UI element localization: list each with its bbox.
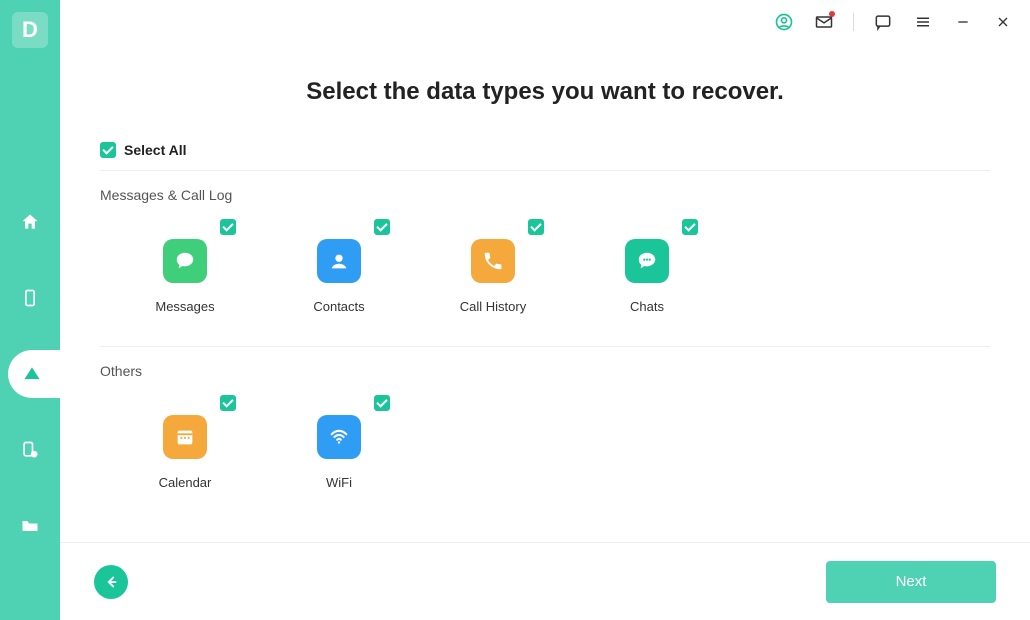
chat-dots-icon: [636, 250, 658, 272]
header-divider: [853, 13, 854, 31]
select-all-row: Select All: [100, 142, 990, 171]
tiles-messages-section: Messages Contacts Call History: [100, 211, 990, 338]
sidebar-item-home[interactable]: [0, 198, 60, 246]
section-label-messages: Messages & Call Log: [100, 187, 990, 203]
next-button[interactable]: Next: [826, 561, 996, 603]
window-header: [60, 0, 1030, 44]
tile-call-history-app-icon: [471, 239, 515, 283]
sidebar-item-folder[interactable]: [0, 502, 60, 550]
tile-wifi[interactable]: WiFi: [294, 395, 384, 490]
sidebar: D !: [0, 0, 60, 620]
minimize-button[interactable]: [952, 11, 974, 33]
sidebar-item-cloud[interactable]: [8, 350, 60, 398]
section-label-others: Others: [100, 363, 990, 379]
brand-logo: D: [12, 12, 48, 48]
cloud-icon: [22, 364, 42, 384]
wifi-icon: [328, 426, 350, 448]
tile-call-history-label: Call History: [460, 299, 526, 314]
home-icon: [20, 212, 40, 232]
tile-messages-label: Messages: [155, 299, 214, 314]
speech-bubble-icon: [174, 250, 196, 272]
tile-messages[interactable]: Messages: [140, 219, 230, 314]
notification-dot-icon: [829, 11, 835, 17]
tiles-others-section: Calendar WiFi: [100, 387, 990, 514]
sidebar-nav: !: [0, 198, 60, 550]
tile-messages-checkbox[interactable]: [220, 219, 236, 235]
section-divider: [100, 346, 990, 347]
arrow-left-icon: [102, 573, 120, 591]
tile-contacts-label: Contacts: [313, 299, 364, 314]
close-button[interactable]: [992, 11, 1014, 33]
tile-calendar[interactable]: Calendar: [140, 395, 230, 490]
tile-contacts[interactable]: Contacts: [294, 219, 384, 314]
svg-text:!: !: [33, 453, 34, 459]
tile-wifi-label: WiFi: [326, 475, 352, 490]
device-alert-icon: !: [20, 440, 40, 460]
select-all-checkbox[interactable]: [100, 142, 116, 158]
feedback-button[interactable]: [872, 11, 894, 33]
tile-call-history-checkbox[interactable]: [528, 219, 544, 235]
back-button[interactable]: [94, 565, 128, 599]
phone-icon: [482, 250, 504, 272]
sidebar-item-phone[interactable]: [0, 274, 60, 322]
calendar-icon: [174, 426, 196, 448]
tile-calendar-label: Calendar: [159, 475, 212, 490]
tile-messages-app-icon: [163, 239, 207, 283]
tile-contacts-app-icon: [317, 239, 361, 283]
close-icon: [995, 14, 1011, 30]
menu-button[interactable]: [912, 11, 934, 33]
page-title: Select the data types you want to recove…: [100, 78, 990, 106]
tile-calendar-app-icon: [163, 415, 207, 459]
select-all-label: Select All: [124, 142, 187, 158]
account-button[interactable]: [773, 11, 795, 33]
account-icon: [774, 12, 794, 32]
tile-call-history[interactable]: Call History: [448, 219, 538, 314]
tile-wifi-app-icon: [317, 415, 361, 459]
footer: Next: [60, 542, 1030, 620]
tile-chats-checkbox[interactable]: [682, 219, 698, 235]
tile-chats-label: Chats: [630, 299, 664, 314]
phone-rect-icon: [20, 288, 40, 308]
sidebar-item-device-alert[interactable]: !: [0, 426, 60, 474]
hamburger-icon: [914, 13, 932, 31]
tile-chats-app-icon: [625, 239, 669, 283]
main-area: Select the data types you want to recove…: [60, 0, 1030, 620]
folder-icon: [20, 516, 40, 536]
mail-button[interactable]: [813, 11, 835, 33]
tile-calendar-checkbox[interactable]: [220, 395, 236, 411]
tile-contacts-checkbox[interactable]: [374, 219, 390, 235]
minimize-icon: [955, 14, 971, 30]
content-area: Select the data types you want to recove…: [60, 44, 1030, 542]
tile-chats[interactable]: Chats: [602, 219, 692, 314]
tile-wifi-checkbox[interactable]: [374, 395, 390, 411]
feedback-icon: [873, 12, 893, 32]
person-icon: [328, 250, 350, 272]
